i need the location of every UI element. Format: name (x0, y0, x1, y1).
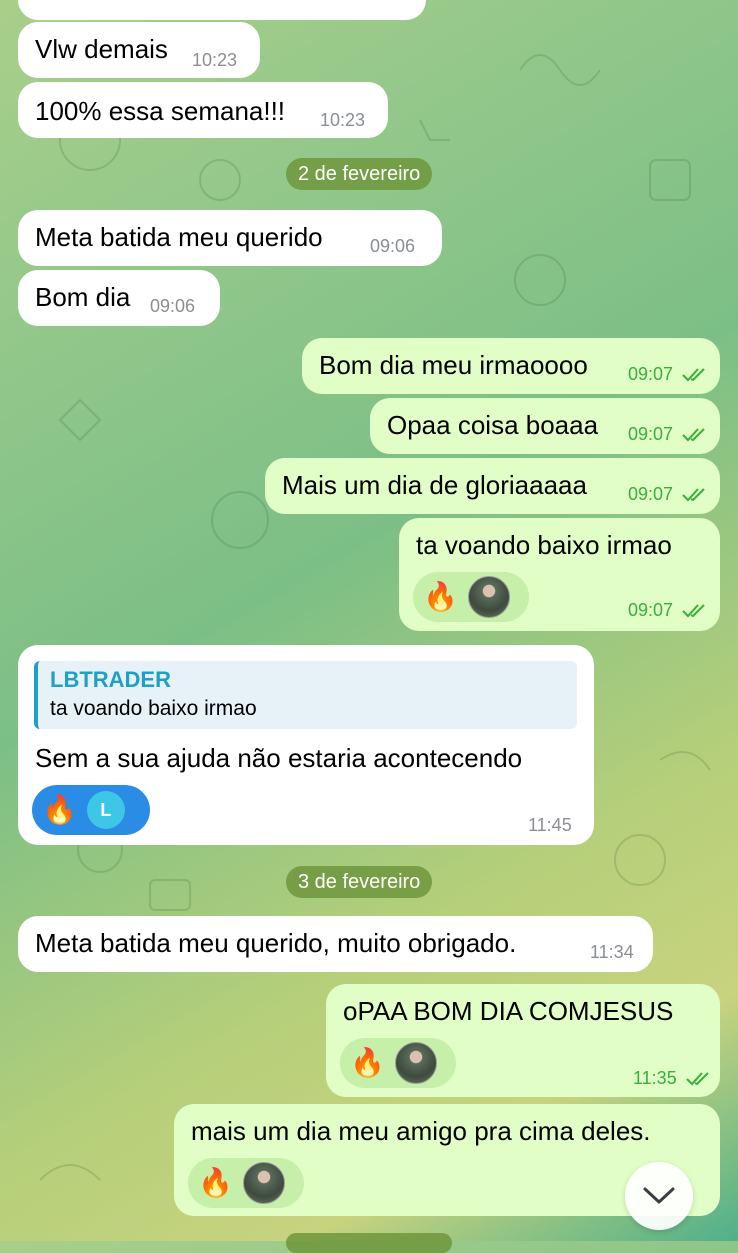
message-text: ta voando baixo irmao (416, 530, 672, 560)
avatar (467, 576, 510, 618)
double-check-icon (686, 1072, 709, 1086)
fire-icon: 🔥 (198, 1167, 233, 1198)
message-time: 10:23 (192, 50, 238, 70)
message-time: 09:06 (150, 296, 196, 316)
double-check-icon (682, 604, 705, 618)
message-time: 09:07 (628, 600, 706, 621)
fire-icon: 🔥 (423, 581, 458, 612)
message-bubble[interactable]: Bom dia 09:06 (18, 270, 220, 326)
message-time: 09:07 (628, 424, 706, 445)
message-text: Opaa coisa boaaa (387, 410, 599, 440)
message-bubble[interactable]: Bom dia meu irmaoooo 09:07 (302, 338, 720, 394)
message-text: Mais um dia de gloriaaaaa (282, 470, 587, 500)
chevron-down-icon (643, 1187, 675, 1204)
message-text: Sem a sua ajuda não estaria acontecendo (35, 743, 523, 773)
message-bubble-reply[interactable]: LBTRADER ta voando baixo irmao Sem a sua… (18, 645, 594, 845)
reply-quote-author: LBTRADER (50, 667, 171, 692)
message-time: 11:35 (633, 1068, 710, 1089)
reaction-chip[interactable]: 🔥 (188, 1158, 304, 1208)
message-time: 10:23 (320, 110, 366, 130)
message-bubble[interactable]: oPAA BOM DIA COMJESUS 🔥 11:35 (326, 984, 720, 1097)
message-time: 09:07 (628, 484, 706, 505)
reaction-chip[interactable]: 🔥 L (32, 785, 150, 835)
message-text: mais um dia meu amigo pra cima deles. (191, 1116, 651, 1146)
reply-quote[interactable]: LBTRADER ta voando baixo irmao (34, 661, 577, 729)
fire-icon: 🔥 (42, 794, 77, 825)
message-bubble-cropped[interactable] (18, 0, 426, 20)
scroll-to-bottom-button[interactable] (625, 1162, 693, 1230)
message-time: 11:34 (590, 942, 634, 962)
message-bubble[interactable]: Vlw demais 10:23 (18, 22, 260, 78)
message-bubble[interactable]: Meta batida meu querido, muito obrigado.… (18, 916, 653, 972)
message-time: 09:07 (628, 364, 706, 385)
message-time: 09:06 (370, 236, 416, 256)
reply-quote-text: ta voando baixo irmao (50, 697, 257, 720)
avatar (394, 1042, 437, 1084)
fire-icon: 🔥 (350, 1047, 385, 1078)
message-text: Meta batida meu querido (35, 222, 323, 252)
message-text: Bom dia (35, 282, 131, 312)
date-separator-cropped (286, 1233, 452, 1253)
avatar: L (86, 791, 125, 829)
date-separator: 3 de fevereiro (286, 866, 433, 898)
double-check-icon (682, 428, 705, 442)
message-text: Bom dia meu irmaoooo (319, 350, 588, 380)
message-bubble[interactable]: Mais um dia de gloriaaaaa 09:07 (265, 458, 720, 514)
message-bubble[interactable]: Opaa coisa boaaa 09:07 (370, 398, 720, 454)
message-text: Vlw demais (35, 34, 168, 64)
avatar (242, 1162, 285, 1204)
message-text: 100% essa semana!!! (35, 96, 286, 126)
message-time: 11:45 (528, 815, 572, 835)
date-separator: 2 de fevereiro (286, 158, 433, 190)
reaction-chip[interactable]: 🔥 (413, 572, 529, 622)
message-text: Meta batida meu querido, muito obrigado. (35, 928, 517, 958)
message-bubble[interactable]: 100% essa semana!!! 10:23 (18, 82, 388, 138)
double-check-icon (682, 368, 705, 382)
double-check-icon (682, 488, 705, 502)
message-bubble[interactable]: Meta batida meu querido 09:06 (18, 210, 442, 266)
reaction-chip[interactable]: 🔥 (340, 1038, 456, 1088)
message-text: oPAA BOM DIA COMJESUS (343, 996, 674, 1026)
message-bubble[interactable]: ta voando baixo irmao 🔥 09:07 (399, 518, 720, 631)
